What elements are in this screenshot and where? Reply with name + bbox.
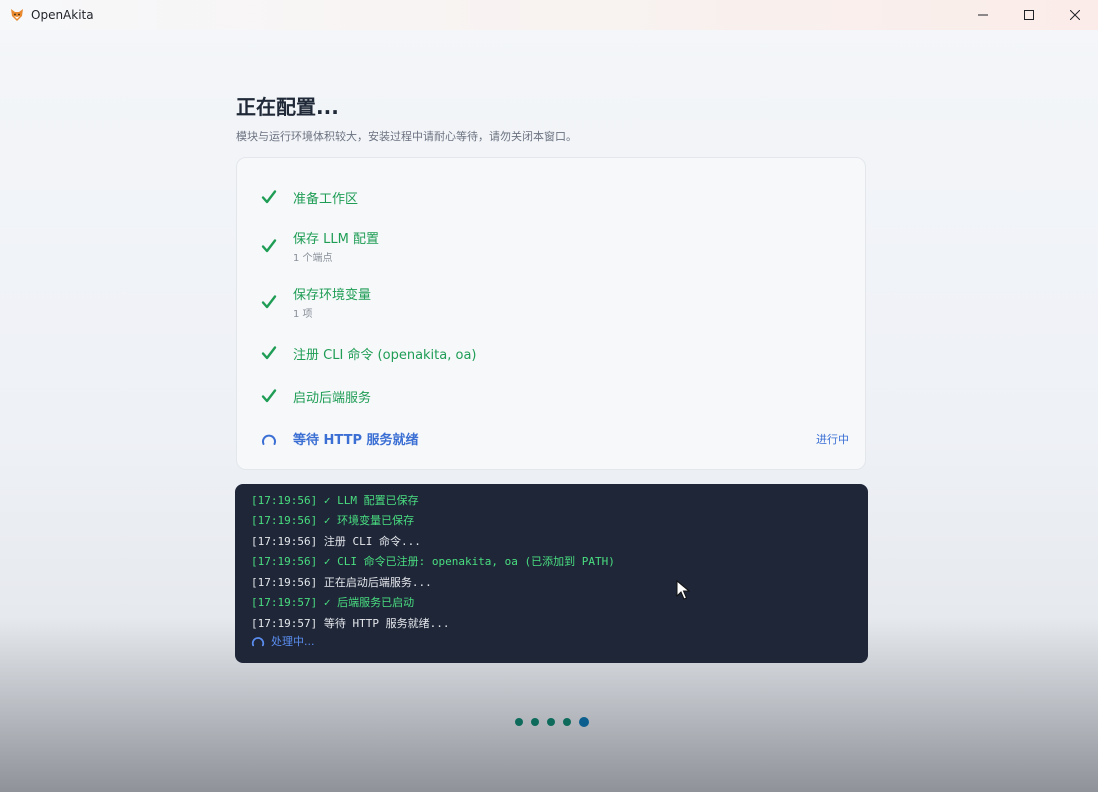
step-sublabel: 1 个端点 <box>293 253 333 264</box>
log-line: [17:19:56] 正在启动后端服务... <box>251 576 432 589</box>
spinner-icon <box>251 637 265 647</box>
log-processing-indicator: 处理中... <box>251 633 315 649</box>
check-icon <box>261 346 277 360</box>
page-title: 正在配置... <box>236 95 339 119</box>
check-icon <box>261 239 277 253</box>
log-processing-label: 处理中... <box>271 635 315 648</box>
pager-dot-current[interactable] <box>579 717 589 727</box>
pager-dot[interactable] <box>515 718 523 726</box>
check-icon <box>261 389 277 403</box>
mouse-cursor-icon <box>676 580 690 600</box>
close-icon <box>1070 10 1080 20</box>
step-label: 启动后端服务 <box>293 391 372 406</box>
step-label: 准备工作区 <box>293 192 359 207</box>
maximize-icon <box>1024 10 1034 20</box>
step-label: 注册 CLI 命令 (openakita, oa) <box>293 348 477 363</box>
log-panel[interactable]: [17:19:56] ✓ LLM 配置已保存 [17:19:56] ✓ 环境变量… <box>235 484 868 663</box>
fox-icon <box>11 9 23 21</box>
step-label: 等待 HTTP 服务就绪 <box>293 433 419 448</box>
window-controls <box>960 0 1098 30</box>
log-line: [17:19:56] ✓ LLM 配置已保存 <box>251 494 419 507</box>
log-line: [17:19:57] 等待 HTTP 服务就绪... <box>251 617 450 630</box>
log-line: [17:19:56] 注册 CLI 命令... <box>251 535 421 548</box>
maximize-button[interactable] <box>1006 0 1052 30</box>
window-title: OpenAkita <box>31 8 94 22</box>
pager-dot[interactable] <box>547 718 555 726</box>
check-icon <box>261 190 277 204</box>
step-status-badge: 进行中 <box>816 433 849 446</box>
log-line: [17:19:56] ✓ CLI 命令已注册: openakita, oa (已… <box>251 555 615 568</box>
minimize-button[interactable] <box>960 0 1006 30</box>
page-subtitle: 模块与运行环境体积较大，安装过程中请耐心等待，请勿关闭本窗口。 <box>236 130 577 143</box>
log-line: [17:19:57] ✓ 后端服务已启动 <box>251 596 415 609</box>
step-pager <box>515 717 597 727</box>
pager-dot[interactable] <box>531 718 539 726</box>
log-line: [17:19:56] ✓ 环境变量已保存 <box>251 514 415 527</box>
check-icon <box>261 295 277 309</box>
step-label: 保存环境变量 <box>293 288 372 303</box>
close-button[interactable] <box>1052 0 1098 30</box>
spinner-icon <box>262 434 276 445</box>
pager-dot[interactable] <box>563 718 571 726</box>
minimize-icon <box>978 14 988 16</box>
steps-card: 准备工作区 保存 LLM 配置 1 个端点 保存环境变量 1 项 注册 CLI … <box>236 157 866 470</box>
title-bar[interactable]: OpenAkita <box>0 0 1098 30</box>
step-sublabel: 1 项 <box>293 309 313 320</box>
step-label: 保存 LLM 配置 <box>293 232 379 247</box>
